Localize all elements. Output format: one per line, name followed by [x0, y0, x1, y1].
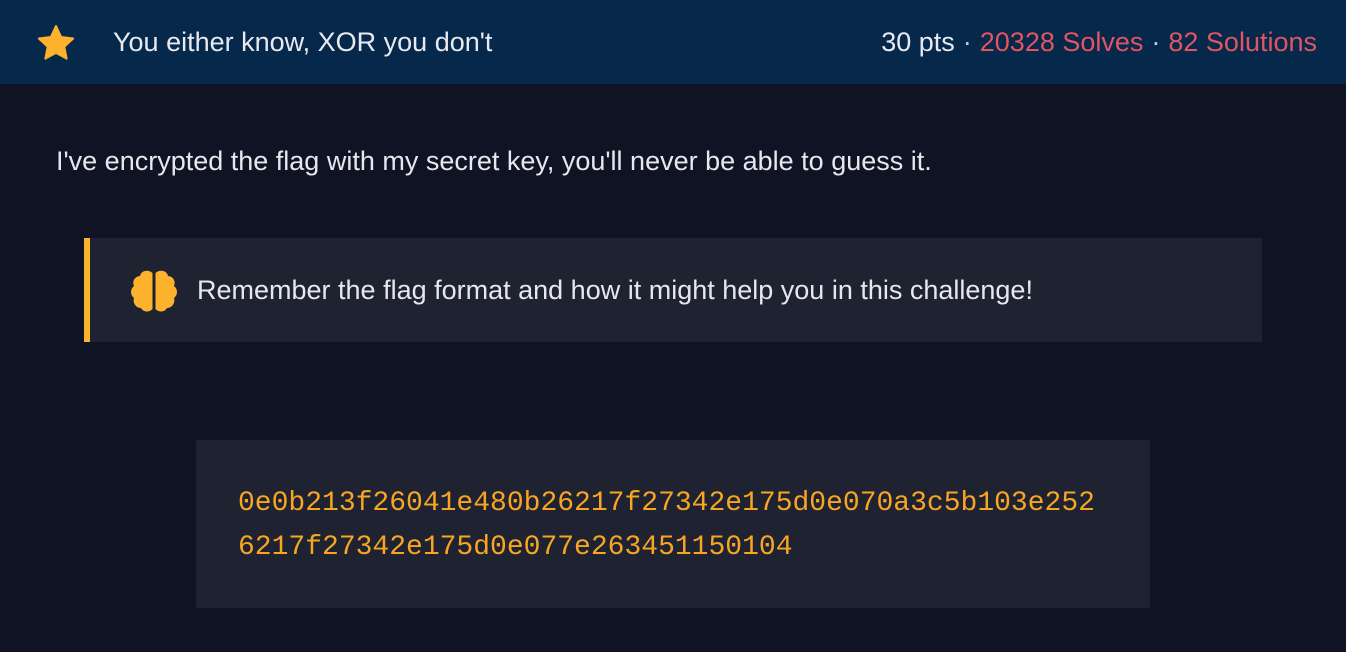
ciphertext-code[interactable]: 0e0b213f26041e480b26217f27342e175d0e070a… [238, 482, 1095, 570]
challenge-title: You either know, XOR you don't [113, 27, 493, 57]
points-label: 30 pts [881, 27, 955, 57]
stats-separator: · [962, 27, 972, 57]
solves-link[interactable]: 20328 Solves [980, 27, 1144, 57]
ciphertext-line: 0e0b213f26041e480b26217f27342e175d0e070a… [238, 488, 1095, 519]
challenge-description: I've encrypted the flag with my secret k… [56, 146, 932, 176]
ciphertext-line: 6217f27342e175d0e077e263451150104 [238, 532, 793, 563]
stats-separator: · [1151, 27, 1161, 57]
star-icon[interactable] [35, 23, 77, 63]
hint-text: Remember the flag format and how it migh… [197, 275, 1033, 305]
hint-callout: Remember the flag format and how it migh… [84, 238, 1262, 342]
challenge-header: You either know, XOR you don't 30 pts · 20… [0, 0, 1346, 84]
challenge-stats: 30 pts · 20328 Solves · 82 Solutions [881, 24, 1317, 60]
solutions-link[interactable]: 82 Solutions [1168, 27, 1317, 57]
ciphertext-block: 0e0b213f26041e480b26217f27342e175d0e070a… [196, 440, 1150, 608]
brain-icon [131, 270, 177, 312]
